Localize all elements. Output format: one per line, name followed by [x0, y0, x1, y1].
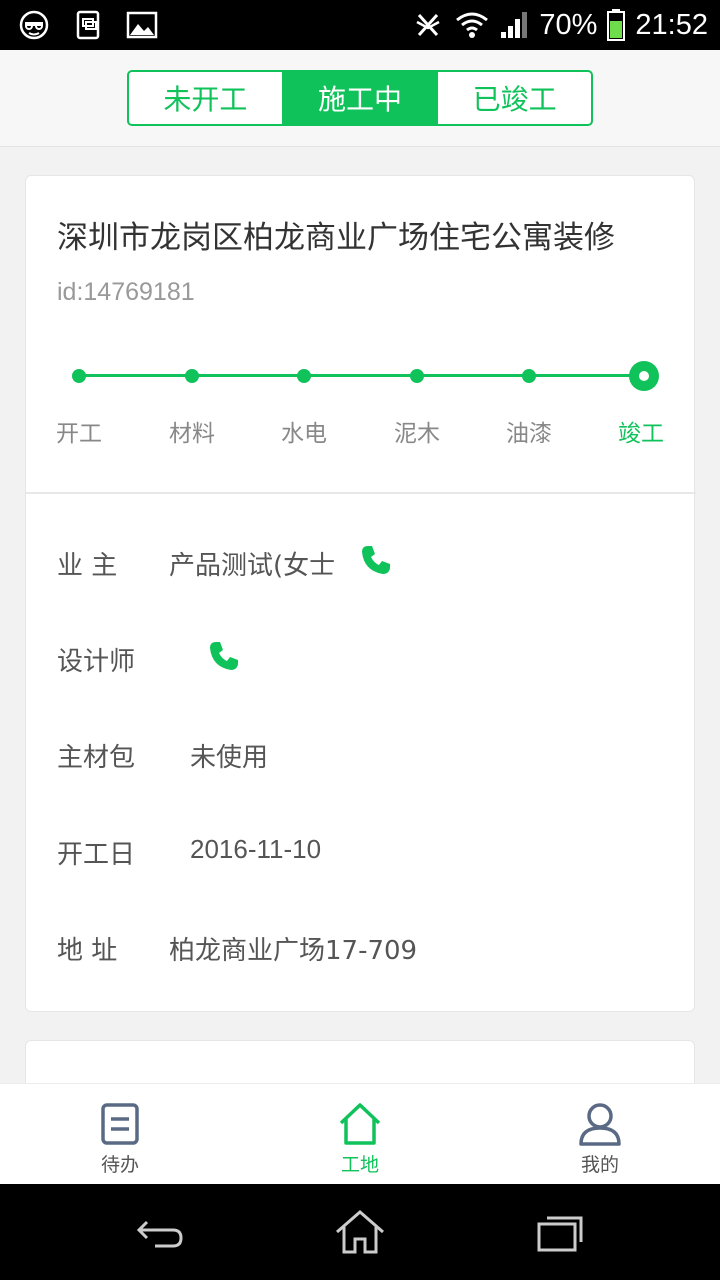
- nav-todo[interactable]: 待办: [60, 1084, 180, 1185]
- owner-label: 业 主: [57, 551, 118, 581]
- nav-todo-label: 待办: [100, 1154, 139, 1176]
- user-icon: [579, 1103, 621, 1146]
- project-id: id:14769181: [57, 278, 195, 306]
- divider: [26, 492, 696, 494]
- start-date-value: 2016-11-10: [190, 834, 322, 864]
- address-row: 地 址 柏龙商业广场17-709: [57, 926, 657, 966]
- screen-mirror-icon: [72, 9, 104, 41]
- todo-list-icon: [101, 1103, 139, 1145]
- call-owner-phone-icon[interactable]: [359, 543, 393, 577]
- project-card[interactable]: 深圳市龙岗区柏龙商业广场住宅公寓装修 id:14769181 开工 材料 水电 …: [25, 175, 696, 1012]
- progress-dot: [410, 369, 424, 383]
- wifi-icon: [455, 8, 489, 42]
- material-label: 主材包: [57, 743, 136, 773]
- progress-dot: [185, 369, 199, 383]
- status-bar: 70% 21:52: [0, 0, 720, 50]
- start-date-label: 开工日: [57, 840, 136, 870]
- tab-completed[interactable]: 已竣工: [436, 72, 591, 124]
- progress-step-label-current: 竣工: [618, 421, 664, 447]
- progress-step-label: 开工: [56, 421, 102, 447]
- material-row: 主材包 未使用: [57, 733, 657, 773]
- progress-dot: [522, 369, 536, 383]
- nav-site[interactable]: 工地: [300, 1084, 420, 1185]
- home-button-icon[interactable]: [333, 1208, 387, 1260]
- address-label: 地 址: [57, 936, 118, 966]
- call-designer-phone-icon[interactable]: [207, 639, 241, 673]
- system-nav-bar: [0, 1184, 720, 1280]
- project-title: 深圳市龙岗区柏龙商业广场住宅公寓装修: [57, 220, 615, 256]
- incognito-icon: [18, 9, 50, 41]
- progress-tracker: 开工 材料 水电 泥木 油漆 竣工: [26, 356, 696, 456]
- home-icon: [339, 1103, 381, 1145]
- nav-site-label: 工地: [340, 1154, 379, 1176]
- owner-value: 产品测试(女士: [169, 551, 336, 581]
- progress-step-label: 泥木: [394, 421, 440, 447]
- address-value: 柏龙商业广场17-709: [169, 936, 418, 966]
- tab-in-progress[interactable]: 施工中: [281, 72, 437, 124]
- designer-label: 设计师: [57, 647, 136, 677]
- designer-row: 设计师: [57, 637, 657, 677]
- battery-icon: [607, 9, 626, 41]
- progress-step-label: 油漆: [506, 421, 552, 447]
- battery-percent: 70%: [539, 8, 598, 41]
- progress-step-label: 水电: [281, 421, 327, 447]
- clock: 21:52: [635, 8, 708, 41]
- progress-dot: [72, 369, 86, 383]
- progress-dot: [297, 369, 311, 383]
- status-tabs: 未开工 施工中 已竣工: [127, 70, 593, 126]
- signal-icon: [499, 10, 529, 40]
- bottom-nav: 待办 工地 我的: [0, 1083, 720, 1184]
- top-bar: 未开工 施工中 已竣工: [0, 50, 720, 147]
- progress-step-label: 材料: [169, 421, 215, 447]
- tab-not-started[interactable]: 未开工: [129, 72, 282, 124]
- progress-dot-current: [629, 361, 659, 391]
- owner-row: 业 主 产品测试(女士: [57, 541, 657, 581]
- material-value: 未使用: [190, 743, 269, 773]
- nav-me[interactable]: 我的: [540, 1084, 660, 1185]
- progress-line: [79, 374, 645, 377]
- back-icon[interactable]: [133, 1208, 187, 1260]
- nav-me-label: 我的: [580, 1154, 619, 1176]
- gallery-icon: [126, 9, 158, 41]
- nfc-off-icon: [411, 8, 445, 42]
- recent-apps-icon[interactable]: [533, 1208, 587, 1260]
- start-date-row: 开工日 2016-11-10: [57, 830, 657, 870]
